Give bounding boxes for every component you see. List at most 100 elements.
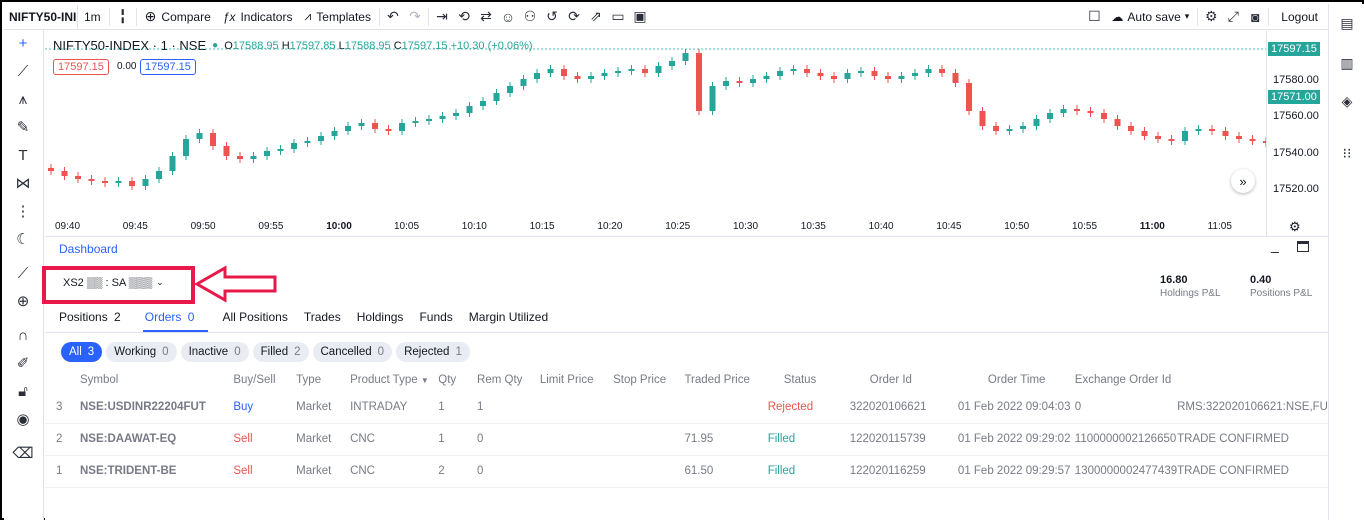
tab-funds[interactable]: Funds bbox=[417, 310, 466, 332]
eye-icon[interactable]: ◉ bbox=[12, 408, 34, 430]
candle-body bbox=[804, 69, 810, 73]
measure-icon[interactable]: ⋮ bbox=[12, 200, 34, 222]
indicators-button[interactable]: ƒx Indicators bbox=[217, 5, 299, 29]
fullscreen-icon[interactable]: ⤢ bbox=[1222, 6, 1244, 28]
col-product-type[interactable]: Product Type ▼ bbox=[350, 369, 438, 391]
tab-trades[interactable]: Trades bbox=[302, 310, 355, 332]
candle-body bbox=[129, 181, 135, 186]
candle-body bbox=[453, 113, 459, 116]
lock-icon[interactable]: 🔓︎ bbox=[12, 380, 34, 402]
chat-icon[interactable]: ▭ bbox=[607, 6, 629, 28]
scroll-to-latest-button[interactable]: » bbox=[1231, 169, 1255, 193]
col-order-time[interactable]: Order Time bbox=[958, 369, 1075, 391]
fib-icon[interactable]: ⩚ bbox=[12, 88, 34, 110]
candle-body bbox=[912, 73, 918, 76]
layers-icon[interactable]: ◈ bbox=[1336, 90, 1358, 112]
col-rem-qty[interactable]: Rem Qty bbox=[477, 369, 540, 391]
filter-rejected[interactable]: Rejected 1 bbox=[396, 342, 470, 362]
candle-style-icon[interactable]: ╏ bbox=[112, 6, 134, 28]
compare-button[interactable]: ⊕ Compare bbox=[139, 5, 217, 29]
reset-icon[interactable]: ↺ bbox=[541, 6, 563, 28]
col-status[interactable]: Status bbox=[768, 369, 850, 391]
table-row[interactable]: 3 NSE:USDINR22204FUT Buy Market INTRADAY 1 1 Re… bbox=[45, 391, 1328, 424]
col-type[interactable]: Type bbox=[296, 369, 350, 391]
trend-line-icon[interactable]: ⟋ bbox=[12, 60, 34, 82]
col-limit-price[interactable]: Limit Price bbox=[540, 369, 613, 391]
user-icon[interactable]: ☺ bbox=[497, 6, 519, 28]
candle-body bbox=[520, 79, 527, 86]
price-chart[interactable]: NIFTY50-INDEX · 1 · NSE ● O17588.95 H175… bbox=[45, 31, 1328, 236]
brush-icon[interactable]: ✎ bbox=[12, 116, 34, 138]
watchlist-icon[interactable]: ▤ bbox=[1336, 12, 1358, 34]
filter-working[interactable]: Working 0 bbox=[106, 342, 177, 362]
holdings-pl-label: Holdings P&L bbox=[1160, 288, 1221, 299]
filter-filled[interactable]: Filled 2 bbox=[252, 342, 309, 362]
tab-holdings[interactable]: Holdings bbox=[355, 310, 418, 332]
col-qty[interactable]: Qty bbox=[438, 369, 477, 391]
time-label: 10:05 bbox=[394, 221, 420, 232]
positions-pl: 0.40 Positions P&L bbox=[1250, 274, 1312, 299]
col-stop-price[interactable]: Stop Price bbox=[613, 369, 684, 391]
minimize-icon[interactable]: _ bbox=[1271, 237, 1279, 253]
present-icon[interactable]: ▣ bbox=[629, 6, 651, 28]
candlestick-plot bbox=[45, 48, 1266, 190]
refresh-icon[interactable]: ⟳ bbox=[563, 6, 585, 28]
tab-positions[interactable]: Positions 2 bbox=[57, 310, 135, 332]
col-exchange-order-id[interactable]: Exchange Order Id bbox=[1075, 369, 1177, 391]
col-buy-sell[interactable]: Buy/Sell bbox=[233, 369, 296, 391]
tab-margin-utilized[interactable]: Margin Utilized bbox=[467, 310, 562, 332]
time-label: 10:40 bbox=[868, 221, 894, 232]
layout-checkbox-icon[interactable]: ☐ bbox=[1083, 6, 1105, 28]
candle-body bbox=[628, 69, 635, 71]
pencil-lock-icon[interactable]: ✐ bbox=[12, 352, 34, 374]
crosshair-icon[interactable]: + bbox=[12, 32, 34, 54]
export-icon[interactable]: ⇥ bbox=[431, 6, 453, 28]
ruler-icon[interactable]: ⟋ bbox=[12, 262, 34, 284]
user-settings-icon[interactable]: ⚇ bbox=[519, 6, 541, 28]
maximize-icon[interactable] bbox=[1297, 241, 1309, 252]
autosave-button[interactable]: ☁ Auto save ▾ bbox=[1105, 5, 1195, 29]
zoom-in-icon[interactable]: ⊕ bbox=[12, 290, 34, 312]
replay-icon[interactable]: ⟲ bbox=[453, 6, 475, 28]
candle-body bbox=[547, 69, 554, 73]
dots-grid-icon[interactable]: ⁝⁝ bbox=[1336, 142, 1358, 164]
text-icon[interactable]: T bbox=[12, 144, 34, 166]
candle-body bbox=[939, 69, 945, 73]
gear-icon[interactable]: ⚙ bbox=[1200, 6, 1222, 28]
dashboard-tab[interactable]: Dashboard bbox=[59, 242, 118, 256]
table-row[interactable]: 1 NSE:TRIDENT-BE Sell Market CNC 2 0 61.50 Fille… bbox=[45, 455, 1328, 488]
candle-body bbox=[237, 156, 243, 159]
filter-cancelled[interactable]: Cancelled 0 bbox=[312, 342, 393, 362]
alerts-icon[interactable]: ▥ bbox=[1336, 52, 1358, 74]
candle-body bbox=[61, 171, 68, 176]
symbol-search-button[interactable]: NIFTY50-INI bbox=[4, 4, 78, 29]
tab-orders[interactable]: Orders 0 bbox=[142, 310, 209, 332]
mid-price-badge: 17571.00 bbox=[1268, 90, 1320, 104]
open-external-icon[interactable]: ⇗ bbox=[585, 6, 607, 28]
time-label: 09:55 bbox=[258, 221, 284, 232]
filter-inactive[interactable]: Inactive 0 bbox=[180, 342, 249, 362]
templates-button[interactable]: ⩘ Templates bbox=[298, 5, 376, 29]
col-traded-price[interactable]: Traded Price bbox=[684, 369, 767, 391]
undo-icon[interactable]: ↶ bbox=[382, 6, 404, 28]
magnet-icon[interactable]: ∩ bbox=[12, 324, 34, 346]
axis-settings-icon[interactable]: ⚙ bbox=[1289, 219, 1301, 235]
redo-icon[interactable]: ↷ bbox=[404, 6, 426, 28]
pattern-icon[interactable]: ⋈ bbox=[12, 172, 34, 194]
interval-button[interactable]: 1m bbox=[78, 5, 107, 29]
camera-icon[interactable]: ◙ bbox=[1244, 6, 1266, 28]
moon-icon[interactable]: ☾ bbox=[12, 228, 34, 250]
tab-all-positions[interactable]: All Positions bbox=[220, 310, 301, 332]
logout-button[interactable]: Logout bbox=[1271, 5, 1328, 29]
time-label: 09:50 bbox=[190, 221, 216, 232]
time-label: 10:20 bbox=[597, 221, 623, 232]
compare-icon[interactable]: ⇄ bbox=[475, 6, 497, 28]
indicators-label: Indicators bbox=[240, 9, 293, 24]
candle-body bbox=[48, 168, 54, 171]
trash-icon[interactable]: ⌫ bbox=[12, 442, 34, 464]
col-symbol[interactable]: Symbol bbox=[80, 369, 233, 391]
table-row[interactable]: 2 NSE:DAAWAT-EQ Sell Market CNC 1 0 71.95 Filled… bbox=[45, 423, 1328, 456]
candle-body bbox=[223, 146, 230, 156]
col-order-id[interactable]: Order Id bbox=[850, 369, 958, 391]
filter-all[interactable]: All 3 bbox=[61, 342, 103, 362]
